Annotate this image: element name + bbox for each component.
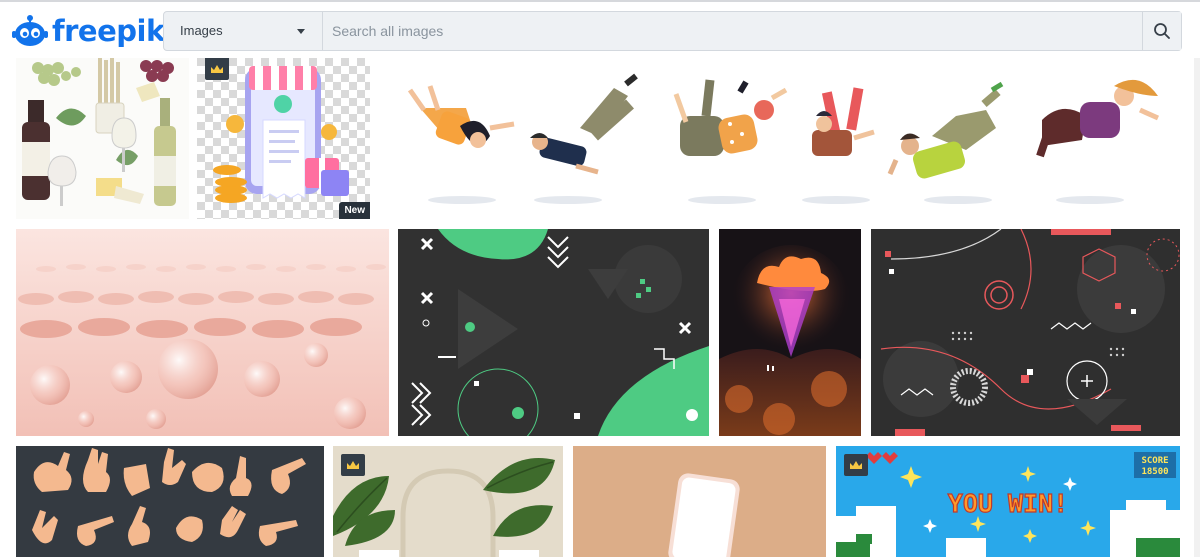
phone-receipt-image <box>197 58 370 219</box>
chevron-down-icon <box>297 29 305 34</box>
score-value: 18500 <box>1141 467 1168 477</box>
crown-icon <box>850 461 862 469</box>
tile-memphis-green[interactable] <box>398 229 709 436</box>
monstera-plants-image <box>333 446 563 557</box>
wine-cheese-image <box>16 58 189 219</box>
premium-badge <box>205 58 229 80</box>
freepik-robot-icon <box>12 15 48 46</box>
falling-people-image <box>407 73 1160 204</box>
phone-mockup-image <box>573 446 826 557</box>
page-scrollbar[interactable] <box>1194 58 1200 557</box>
header: freepik Images <box>0 2 1200 58</box>
tile-phone-receipt[interactable]: New <box>197 58 370 219</box>
search-bar: Images <box>163 11 1182 51</box>
fantasy-cloud-image <box>719 229 861 436</box>
hand-gestures-image <box>16 446 324 557</box>
logo-wordmark: freepik <box>52 14 165 48</box>
category-select[interactable]: Images <box>164 12 323 50</box>
tile-hand-gestures[interactable] <box>16 446 324 557</box>
tile-pink-bubbles[interactable] <box>16 229 389 436</box>
category-select-label: Images <box>180 23 223 38</box>
search-button[interactable] <box>1142 12 1181 50</box>
search-input[interactable] <box>324 12 1142 50</box>
you-win-text: YOU WIN! <box>948 489 1068 518</box>
memphis-red-image <box>871 229 1180 436</box>
crown-icon <box>211 65 223 73</box>
pink-bubbles-image <box>16 229 389 436</box>
tile-you-win[interactable]: YOU WIN! SCORE 18500 <box>836 446 1180 557</box>
tile-wine-cheese[interactable] <box>16 58 189 219</box>
tile-fantasy-cloud[interactable] <box>719 229 861 436</box>
premium-badge <box>341 454 365 476</box>
tile-phone-mockup[interactable] <box>573 446 826 557</box>
you-win-game-image: YOU WIN! SCORE 18500 <box>836 446 1180 557</box>
crown-icon <box>347 461 359 469</box>
new-badge: New <box>339 202 370 219</box>
memphis-green-image <box>398 229 709 436</box>
score-label: SCORE <box>1141 456 1168 466</box>
premium-badge <box>844 454 868 476</box>
freepik-logo[interactable]: freepik <box>12 12 165 50</box>
tile-memphis-red[interactable] <box>871 229 1180 436</box>
tile-monstera-plants[interactable] <box>333 446 563 557</box>
tile-falling-people[interactable] <box>380 58 1180 219</box>
search-icon <box>1154 23 1170 39</box>
